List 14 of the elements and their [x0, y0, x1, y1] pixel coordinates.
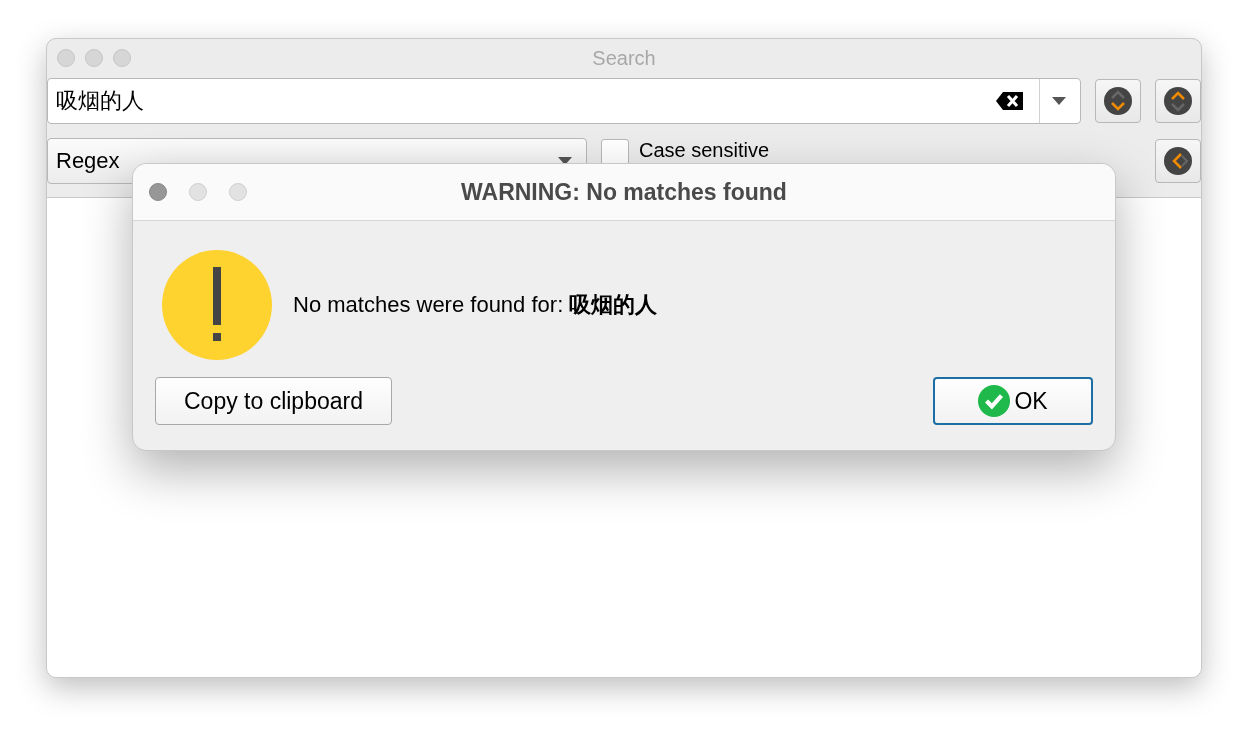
ok-button[interactable]: OK [933, 377, 1093, 425]
warning-icon [161, 249, 273, 361]
caret-icon[interactable] [1052, 97, 1066, 105]
next-button[interactable] [1095, 79, 1141, 123]
close-button[interactable] [149, 183, 167, 201]
previous-button[interactable] [1155, 79, 1201, 123]
clear-icon[interactable] [995, 91, 1025, 111]
window-title: Search [591, 46, 657, 70]
search-field[interactable]: 吸烟的人 [47, 78, 1081, 124]
dialog-message: No matches were found for: 吸烟的人 [293, 291, 658, 319]
checkbox-label: Case sensitive [639, 139, 770, 161]
copy-button[interactable]: Copy to clipboard [155, 377, 392, 425]
check-icon [978, 385, 1011, 417]
back-button[interactable] [1155, 139, 1201, 183]
